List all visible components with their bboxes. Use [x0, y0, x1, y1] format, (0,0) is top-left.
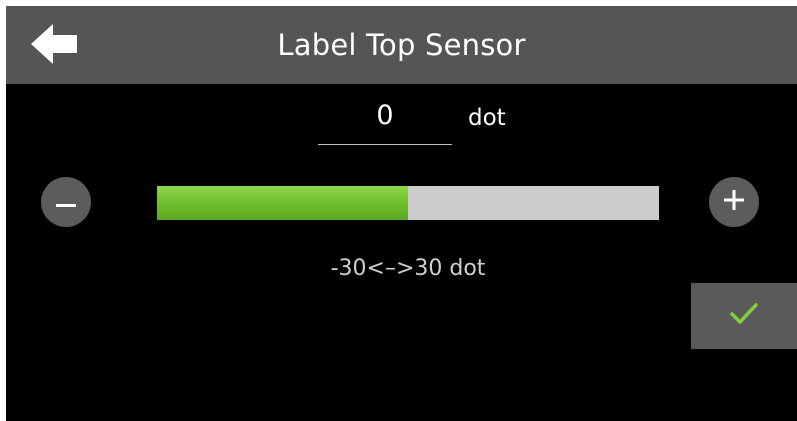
confirm-button[interactable]: [691, 283, 797, 349]
back-button[interactable]: [24, 22, 86, 70]
minus-icon: [56, 193, 76, 212]
header-bar: Label Top Sensor: [6, 6, 797, 84]
unit-label: dot: [468, 105, 506, 131]
slider-track[interactable]: [157, 186, 659, 220]
range-label: -30<–>30 dot: [330, 256, 486, 281]
page-title: Label Top Sensor: [277, 28, 526, 62]
arrow-left-icon: [31, 24, 79, 68]
checkmark-icon: [729, 302, 759, 330]
value-field[interactable]: 0: [318, 90, 452, 145]
screen: Label Top Sensor 0 dot -30<–>30 dot: [6, 6, 797, 421]
increase-button[interactable]: [709, 177, 759, 227]
decrease-button[interactable]: [41, 177, 91, 227]
slider-fill: [157, 186, 408, 220]
plus-icon: [724, 190, 744, 214]
